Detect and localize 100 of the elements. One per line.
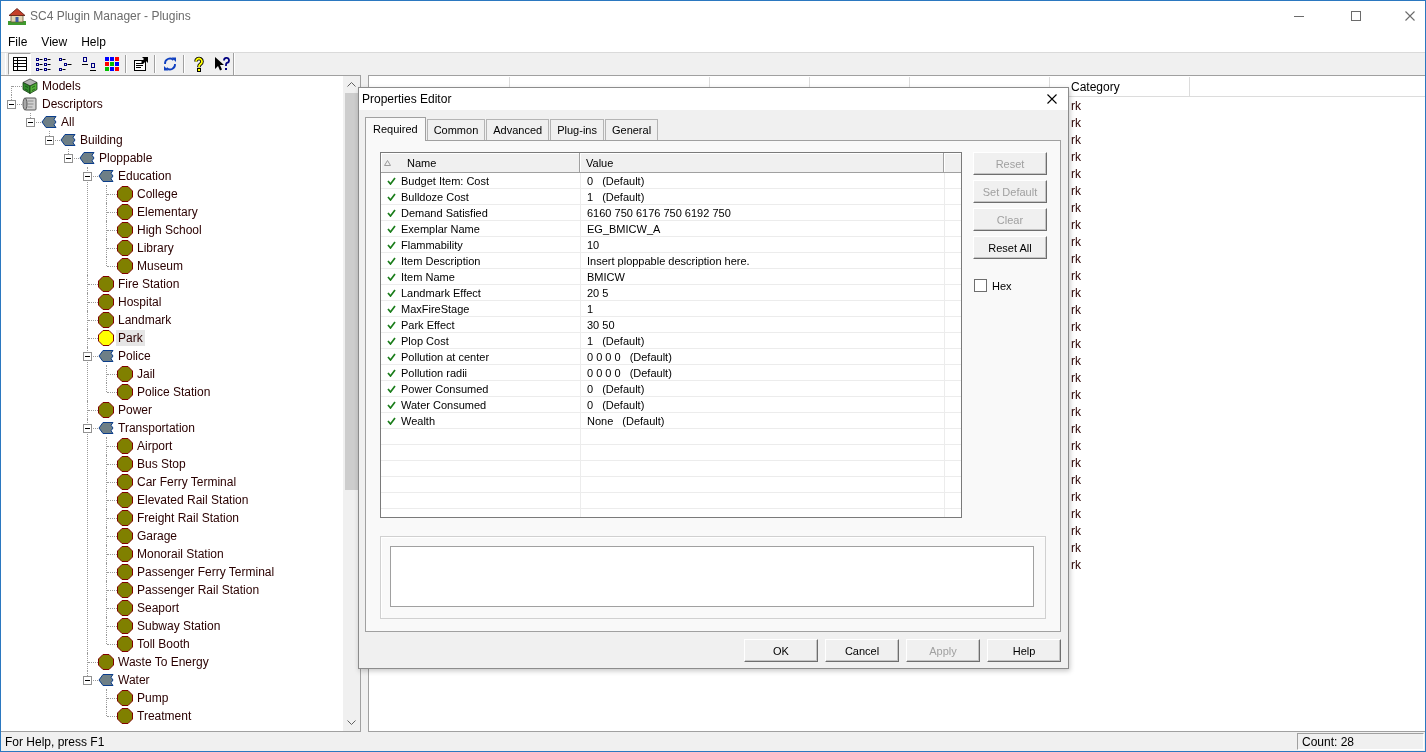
tree-item[interactable]: Garage [135,528,180,544]
tree-item[interactable]: Car Ferry Terminal [135,474,239,490]
tree-item[interactable]: Museum [135,258,185,274]
tree-item[interactable]: Transportation [116,420,197,436]
menu-item[interactable]: File [1,32,35,51]
color-grid-icon [103,56,120,72]
collapse-icon[interactable] [83,351,92,361]
default-note: (Default) [629,367,672,379]
tree-item[interactable]: Subway Station [135,618,223,634]
default-note: (Default) [602,399,645,411]
property-value: 0 [587,383,594,395]
table-cell-text: rk [1070,149,1081,164]
action-button[interactable]: Reset All [973,236,1047,259]
table-cell-text: rk [1070,183,1081,198]
dialog-button[interactable]: OK [744,639,818,662]
tree-item[interactable]: Elevated Rail Station [135,492,251,508]
dialog-button[interactable]: Help [987,639,1061,662]
chevron-up-icon[interactable] [347,82,356,87]
column-header[interactable]: Name [381,153,580,172]
table-cell-text: rk [1070,268,1081,283]
icon-view-icon [80,56,97,72]
tree-item[interactable]: All [59,114,77,130]
tree-item[interactable]: Police Station [135,384,213,400]
collapse-icon[interactable] [64,153,73,163]
table-cell-text: rk [1070,200,1081,215]
dialog-title: Properties Editor [362,92,452,106]
dialog-button[interactable]: Cancel [825,639,899,662]
item-count: Count: 28 [1297,733,1424,750]
collapse-icon[interactable] [45,135,54,145]
tab[interactable]: Required [365,117,426,141]
vertical-scrollbar[interactable] [343,76,360,731]
maximize-icon[interactable] [1351,11,1361,21]
tree-item[interactable]: Jail [135,366,157,382]
scroll-thumb[interactable] [345,93,358,490]
tree-item[interactable]: Power [116,402,154,418]
collapse-icon[interactable] [83,675,92,685]
octagon-icon [117,474,133,490]
tree-item[interactable]: Pump [135,690,171,706]
tree-item[interactable]: Airport [135,438,175,454]
tag-icon [60,132,76,148]
property-name: Bulldoze Cost [401,191,469,203]
house-icon [8,7,26,25]
tab[interactable]: General [604,119,659,140]
tree-item[interactable]: Bus Stop [135,456,188,472]
octagon-icon [117,564,133,580]
description-field[interactable] [390,546,1034,607]
tree-item[interactable]: Elementary [135,204,200,220]
checkbox-label[interactable]: Hex [992,279,1012,292]
octagon-icon [117,204,133,220]
tree-item[interactable]: Waste To Energy [116,654,211,670]
tree-item[interactable]: Building [78,132,125,148]
tree-item[interactable]: Library [135,240,176,256]
property-value: BMICW [587,271,625,283]
tree-item[interactable]: Landmark [116,312,174,328]
tree-item[interactable]: Passenger Rail Station [135,582,262,598]
tree-item[interactable]: Fire Station [116,276,182,292]
octagon-icon [98,402,114,418]
tree-item[interactable]: Descriptors [40,96,105,112]
octagon-icon [117,582,133,598]
collapse-icon[interactable] [83,423,92,433]
tree-item[interactable]: Ploppable [97,150,155,166]
tree-item[interactable]: Hospital [116,294,164,310]
tab[interactable]: Advanced [486,119,550,140]
tree-item[interactable]: Monorail Station [135,546,226,562]
table-cell-text: rk [1070,387,1081,402]
checkbox[interactable] [974,279,987,292]
collapse-icon[interactable] [83,171,92,181]
octagon-icon [117,492,133,508]
menu-item[interactable]: View [34,32,75,51]
close-icon[interactable] [1047,94,1057,104]
collapse-icon[interactable] [7,99,16,109]
menu-item[interactable]: Help [74,32,113,51]
property-name: Demand Satisfied [401,207,488,219]
collapse-icon[interactable] [26,117,35,127]
tree-item[interactable]: High School [135,222,204,238]
tree-item[interactable]: Seaport [135,600,182,616]
tree-item[interactable]: Passenger Ferry Terminal [135,564,277,580]
tree-item[interactable]: Park [116,330,145,346]
table-cell-text: rk [1070,370,1081,385]
column-header[interactable]: Value [580,153,944,172]
tree-item[interactable]: Models [40,78,83,94]
tree-item[interactable]: Police [116,348,153,364]
tree-item[interactable]: Water [116,672,152,688]
tab[interactable]: Common [426,119,486,140]
property-value: Insert ploppable description here. [587,255,750,267]
tree-item[interactable]: Freight Rail Station [135,510,242,526]
tree-item[interactable]: Education [116,168,174,184]
tree-item[interactable]: College [135,186,180,202]
properties-icon [132,56,149,72]
table-cell-text: rk [1070,523,1081,538]
property-name: Item Description [401,255,481,267]
table-cell-text: rk [1070,540,1081,555]
tree-item[interactable]: Treatment [135,708,194,724]
octagon-icon [98,330,114,346]
tab[interactable]: Plug-ins [550,119,604,140]
tree-item[interactable]: Toll Booth [135,636,192,652]
chevron-down-icon[interactable] [347,720,356,725]
octagon-icon [117,528,133,544]
octagon-icon [117,384,133,400]
toolbar-button[interactable] [8,53,31,75]
